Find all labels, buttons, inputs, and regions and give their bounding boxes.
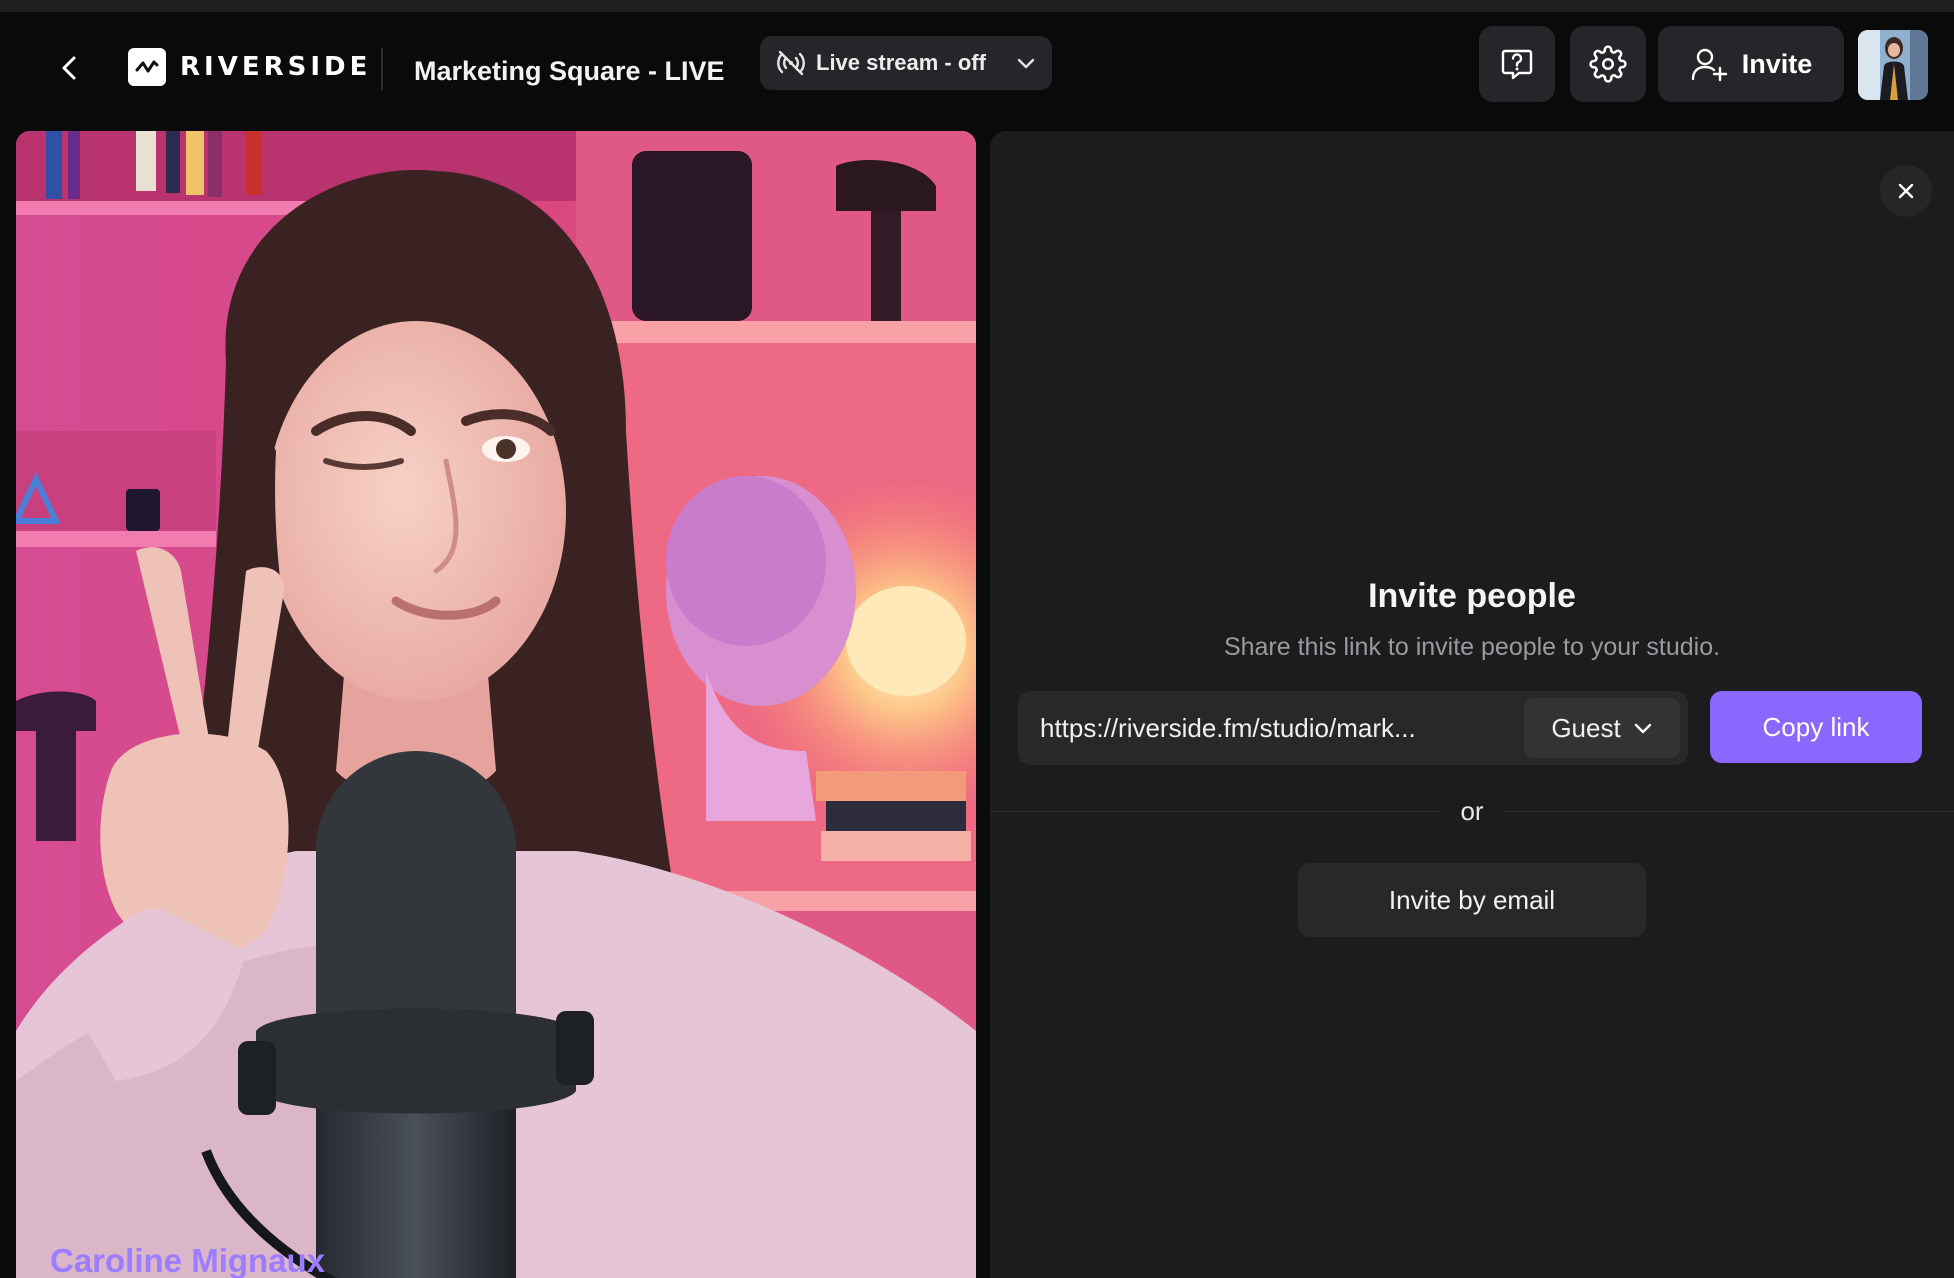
invite-panel: Invite people Share this link to invite … (990, 131, 1954, 1278)
brand-name: RIVERSIDE (180, 52, 372, 82)
invite-button[interactable]: Invite (1658, 26, 1844, 102)
invite-by-email-button[interactable]: Invite by email (1298, 863, 1646, 937)
top-bar: RIVERSIDE Marketing Square - LIVE Live s… (0, 12, 1954, 124)
invite-panel-subtitle: Share this link to invite people to your… (1223, 633, 1721, 661)
live-stream-label: Live stream - off (816, 50, 986, 75)
copy-link-button[interactable]: Copy link (1710, 691, 1922, 763)
studio-title: Marketing Square - LIVE (414, 56, 725, 86)
invite-label: Invite (1741, 48, 1813, 79)
participant-name-tag: Caroline Mignaux (50, 1242, 326, 1278)
chevron-down-icon (1017, 58, 1035, 69)
video-frame (16, 131, 976, 1278)
back-button[interactable] (50, 48, 90, 88)
chevron-down-icon (1634, 723, 1651, 734)
avatar-photo (1858, 30, 1928, 100)
header-divider (381, 48, 383, 90)
close-button[interactable] (1880, 165, 1932, 217)
invite-panel-title: Invite people (1368, 577, 1576, 615)
help-chat-icon (1501, 49, 1533, 80)
role-dropdown[interactable]: Guest (1524, 698, 1680, 758)
participant-video[interactable]: Caroline Mignaux (16, 131, 976, 1278)
or-divider: or (990, 796, 1954, 827)
live-stream-dropdown[interactable]: Live stream - off (760, 36, 1052, 90)
gear-icon (1589, 45, 1627, 83)
chevron-left-icon (62, 56, 76, 80)
riverside-logo-icon (128, 48, 166, 86)
settings-button[interactable] (1570, 26, 1646, 102)
avatar[interactable] (1858, 30, 1928, 100)
invite-link-field[interactable]: https://riverside.fm/studio/mark... Gues… (1018, 691, 1688, 765)
studio-app: RIVERSIDE Marketing Square - LIVE Live s… (0, 0, 1954, 1278)
help-button[interactable] (1479, 26, 1555, 102)
or-label: or (1442, 796, 1502, 826)
role-label: Guest (1551, 712, 1621, 743)
user-plus-icon (1691, 48, 1727, 82)
invite-link-text[interactable]: https://riverside.fm/studio/mark... (1040, 713, 1524, 744)
broadcast-off-icon (777, 50, 805, 76)
close-icon (1898, 183, 1914, 199)
riverside-logo[interactable]: RIVERSIDE (128, 46, 371, 88)
